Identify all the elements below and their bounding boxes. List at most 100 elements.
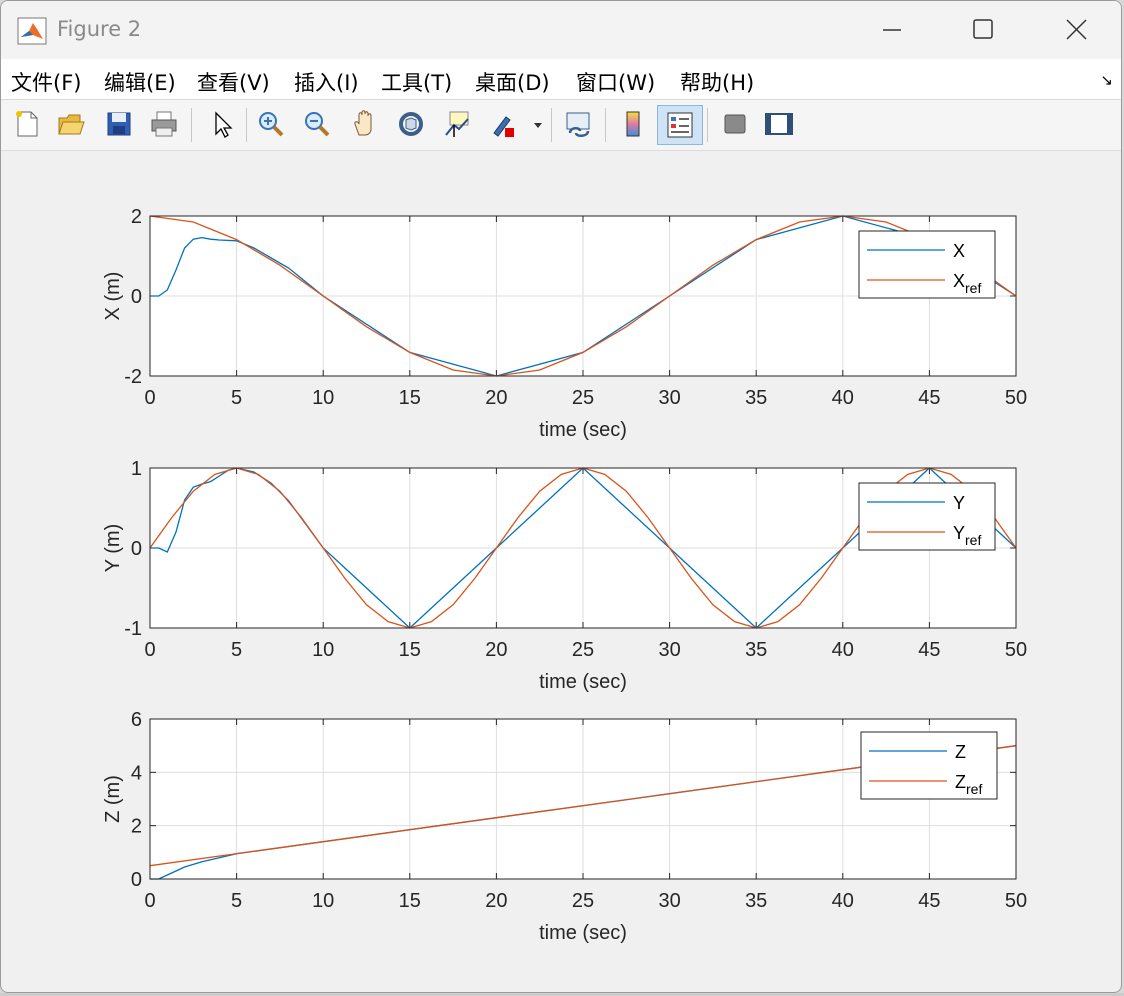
x-axis-label: time (sec) [539, 419, 627, 441]
legend-label: X [953, 241, 965, 261]
x-tick-label: 15 [399, 387, 421, 409]
x-tick-label: 45 [918, 890, 940, 912]
x-tick-label: 10 [312, 387, 334, 409]
x-tick-label: 45 [918, 639, 940, 661]
save-icon[interactable] [101, 106, 135, 142]
legend-label: Y [953, 493, 965, 513]
hide-plot-tools-icon[interactable] [717, 106, 751, 142]
y-axis-label: X (m) [102, 272, 124, 321]
zoom-out-icon[interactable] [299, 106, 333, 142]
figure-window: Figure 2 文件(F) 编辑(E) 查看(V) 插入(I) 工具(T) 桌… [0, 0, 1122, 993]
colorbar-icon[interactable] [615, 106, 649, 142]
legend: XXref [858, 230, 996, 299]
x-tick-label: 30 [658, 387, 680, 409]
y-axis-label: Z (m) [102, 775, 124, 823]
window-title: Figure 2 [57, 17, 142, 41]
x-tick-label: 50 [1005, 387, 1027, 409]
x-tick-label: 5 [231, 639, 242, 661]
menu-view[interactable]: 查看(V) [197, 67, 270, 97]
x-tick-label: 0 [144, 890, 155, 912]
x-tick-label: 50 [1005, 639, 1027, 661]
y-tick-label: 0 [131, 869, 142, 891]
menu-window[interactable]: 窗口(W) [576, 67, 655, 97]
legend: ZZref [860, 731, 998, 800]
x-tick-label: 0 [144, 639, 155, 661]
x-tick-label: 15 [399, 639, 421, 661]
x-tick-label: 40 [832, 890, 854, 912]
figure-canvas: 0 5 10 15 20 25 30 35 40 45 50 -2 0 2 time (sec) X (m) X… [1, 151, 1122, 985]
menu-edit[interactable]: 编辑(E) [104, 67, 176, 97]
figure-toolbar [1, 100, 1121, 151]
x-tick-label: 0 [144, 387, 155, 409]
menu-tools[interactable]: 工具(T) [381, 67, 452, 97]
x-tick-label: 30 [658, 639, 680, 661]
y-axis-label: Y (m) [102, 524, 124, 573]
y-tick-label: 1 [131, 458, 142, 480]
x-tick-label: 35 [745, 387, 767, 409]
x-tick-label: 10 [312, 890, 334, 912]
x-axis-label: time (sec) [539, 922, 627, 944]
subplot-3: 0 5 10 15 20 25 30 35 40 45 50 0 2 4 6 time (sec) Z (m) Z… [102, 709, 1027, 944]
x-tick-label: 25 [572, 387, 594, 409]
legend-icon[interactable] [657, 105, 703, 145]
menu-desktop[interactable]: 桌面(D) [475, 67, 550, 97]
x-tick-label: 45 [918, 387, 940, 409]
y-tick-label: 0 [131, 538, 142, 560]
y-tick-label: 2 [131, 206, 142, 228]
toolbar-separator [551, 108, 552, 142]
y-tick-label: 2 [131, 816, 142, 838]
minimize-button[interactable] [867, 11, 913, 49]
legend: YYref [858, 482, 996, 551]
toolbar-separator [246, 108, 247, 142]
subplot-2: 0 5 10 15 20 25 30 35 40 45 50-101time (sec)Y (m)Y… [102, 458, 1027, 693]
y-tick-label: 4 [131, 762, 142, 784]
y-tick-label: 0 [131, 286, 142, 308]
x-tick-label: 40 [832, 387, 854, 409]
plots-area[interactable]: 0 5 10 15 20 25 30 35 40 45 50-202time (sec)X (m)X… [1, 151, 1122, 981]
x-tick-label: 20 [485, 639, 507, 661]
brush-dropdown-icon[interactable] [529, 106, 545, 142]
undock-arrow-icon[interactable]: ↘ [1100, 71, 1113, 89]
y-tick-label: 6 [131, 709, 142, 731]
menu-help[interactable]: 帮助(H) [680, 67, 754, 97]
pan-hand-icon[interactable] [347, 106, 381, 142]
open-file-icon[interactable] [53, 106, 87, 142]
zoom-in-icon[interactable] [253, 106, 287, 142]
x-axis-label: time (sec) [539, 671, 627, 693]
x-tick-label: 25 [572, 639, 594, 661]
toolbar-separator [707, 108, 708, 142]
x-tick-label: 20 [485, 890, 507, 912]
x-tick-label: 25 [572, 890, 594, 912]
x-tick-label: 40 [832, 639, 854, 661]
close-button[interactable] [1053, 11, 1099, 49]
pointer-icon[interactable] [204, 106, 238, 142]
x-tick-label: 5 [231, 890, 242, 912]
legend-label: Z [955, 742, 966, 762]
matlab-logo-icon [17, 17, 47, 45]
print-icon[interactable] [146, 106, 180, 142]
brush-icon[interactable] [485, 106, 519, 142]
menu-insert[interactable]: 插入(I) [294, 67, 359, 97]
title-bar: Figure 2 [1, 1, 1121, 59]
x-tick-label: 15 [399, 890, 421, 912]
link-plot-icon[interactable] [561, 106, 595, 142]
toolbar-separator [191, 108, 192, 142]
x-tick-label: 50 [1005, 890, 1027, 912]
x-tick-label: 5 [231, 387, 242, 409]
new-figure-icon[interactable] [9, 106, 43, 142]
menu-file[interactable]: 文件(F) [11, 67, 81, 97]
data-cursor-icon[interactable] [439, 106, 473, 142]
toolbar-separator [605, 108, 606, 142]
y-tick-label: -2 [124, 366, 142, 388]
x-tick-label: 10 [312, 639, 334, 661]
x-tick-label: 30 [658, 890, 680, 912]
subplot-1: 0 5 10 15 20 25 30 35 40 45 50-202time (sec)X (m)X… [102, 206, 1027, 441]
rotate-3d-icon[interactable] [393, 106, 427, 142]
x-tick-label: 20 [485, 387, 507, 409]
x-tick-label: 35 [745, 639, 767, 661]
maximize-button[interactable] [959, 11, 1005, 49]
menu-bar: 文件(F) 编辑(E) 查看(V) 插入(I) 工具(T) 桌面(D) 窗口(W… [1, 59, 1121, 100]
y-tick-label: -1 [124, 618, 142, 640]
x-tick-label: 35 [745, 890, 767, 912]
show-plot-tools-icon[interactable] [761, 106, 795, 142]
